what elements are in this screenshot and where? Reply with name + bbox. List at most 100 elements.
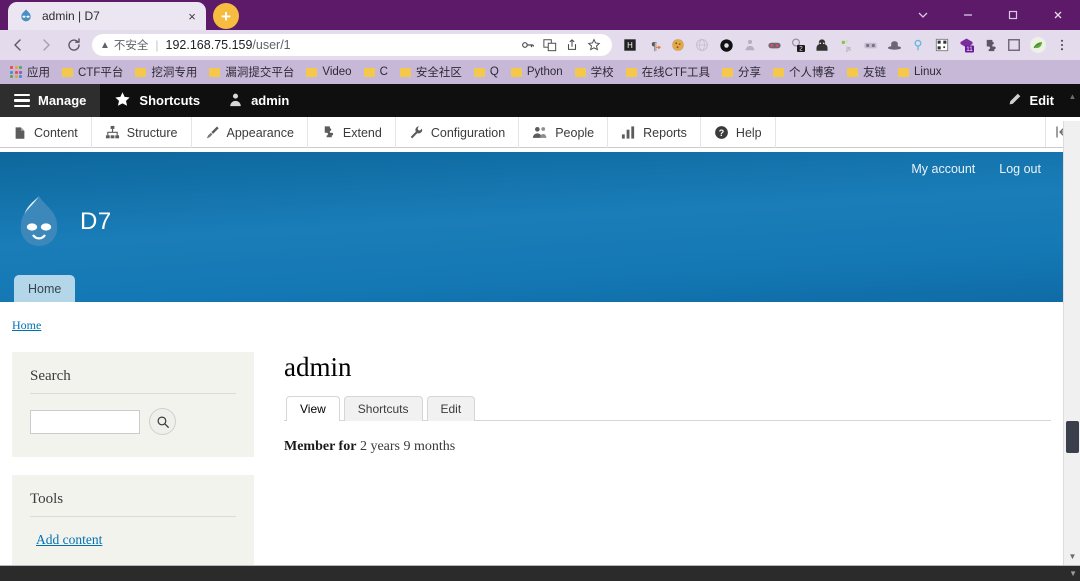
admin-menu-item-content[interactable]: Content — [0, 117, 92, 148]
bookmark-item[interactable]: 分享 — [716, 62, 767, 82]
person-icon[interactable] — [738, 33, 762, 57]
chevron-down-icon[interactable] — [900, 0, 945, 30]
svg-text:js: js — [845, 45, 850, 52]
bookmark-label: C — [379, 66, 388, 78]
admin-menu-item-extend[interactable]: Extend — [308, 117, 396, 148]
user-icon — [228, 92, 243, 110]
bookmark-label: 在线CTF工具 — [641, 67, 711, 79]
admin-menu-item-reports[interactable]: Reports — [608, 117, 701, 148]
chat-badge-icon[interactable]: 2 — [786, 33, 810, 57]
purple-badge-icon[interactable]: 11 — [954, 33, 978, 57]
key-icon[interactable] — [518, 35, 538, 55]
circle-icon[interactable] — [714, 33, 738, 57]
browser-tab[interactable]: admin | D7 × — [8, 2, 206, 30]
admin-menu-item-help[interactable]: ? Help — [701, 117, 776, 148]
toolbar-item-user[interactable]: admin — [214, 84, 303, 117]
bookmark-item[interactable]: 在线CTF工具 — [620, 62, 716, 82]
translate-icon[interactable] — [540, 35, 560, 55]
square-icon[interactable] — [1002, 33, 1026, 57]
resize-grip-icon[interactable]: ▼ — [1069, 569, 1077, 578]
bookmark-item[interactable]: 挖洞专用 — [129, 62, 203, 82]
block-search: Search — [12, 352, 254, 457]
hackbar-icon[interactable]: H — [618, 33, 642, 57]
bookmark-item[interactable]: 学校 — [569, 62, 620, 82]
minimize-icon[interactable] — [945, 0, 990, 30]
bookmark-item[interactable]: 安全社区 — [394, 62, 468, 82]
maximize-icon[interactable] — [990, 0, 1035, 30]
bookmark-label: 分享 — [738, 67, 762, 79]
document-icon — [13, 126, 27, 140]
question-icon: ? — [714, 125, 729, 140]
primary-menu-item-home[interactable]: Home — [14, 275, 76, 302]
toolbar-item-manage[interactable]: Manage — [0, 84, 101, 117]
address-bar[interactable]: ▲ 不安全 | 192.168.75.159/user/1 — [92, 34, 612, 56]
bookmark-item[interactable]: 友链 — [841, 62, 892, 82]
reload-button-icon[interactable] — [60, 31, 88, 59]
admin-menu-item-configuration[interactable]: Configuration — [396, 117, 520, 148]
bookmark-label: Linux — [914, 66, 942, 78]
qr-icon[interactable] — [930, 33, 954, 57]
browser-navigation-bar: ▲ 不安全 | 192.168.75.159/user/1 H ¶ 2 js 1… — [0, 30, 1080, 60]
mask-icon[interactable] — [762, 33, 786, 57]
bookmark-label: 漏洞提交平台 — [225, 67, 295, 79]
puzzle-icon[interactable] — [978, 33, 1002, 57]
bookmark-label: Python — [526, 66, 563, 78]
scroll-up-arrow-icon[interactable]: ▲ — [1064, 88, 1080, 105]
glasses-icon[interactable] — [858, 33, 882, 57]
bookmark-star-icon[interactable] — [584, 35, 604, 55]
new-tab-button[interactable]: + — [213, 3, 239, 29]
admin-menu-label: Content — [34, 125, 78, 140]
site-branding[interactable]: D7 — [14, 194, 112, 250]
admin-menu-label: People — [555, 125, 595, 140]
toolbar-item-shortcuts[interactable]: Shortcuts — [100, 84, 214, 117]
pin-icon[interactable] — [906, 33, 930, 57]
bookmark-item[interactable]: Linux — [892, 62, 948, 82]
bookmark-item[interactable]: Video — [300, 62, 357, 82]
bookmark-item[interactable]: 漏洞提交平台 — [203, 62, 300, 82]
leaf-icon[interactable] — [1026, 33, 1050, 57]
extension-icons: H ¶ 2 js 11 — [618, 33, 1076, 57]
admin-menu-item-structure[interactable]: Structure — [92, 117, 192, 148]
hat-icon[interactable] — [882, 33, 906, 57]
close-window-icon[interactable] — [1035, 0, 1080, 30]
scroll-down-arrow-icon[interactable]: ▼ — [1064, 548, 1080, 565]
tab-edit[interactable]: Edit — [426, 396, 476, 421]
forward-button-icon[interactable] — [32, 31, 60, 59]
bookmark-item[interactable]: 个人博客 — [767, 62, 841, 82]
kebab-menu-icon[interactable] — [1050, 33, 1074, 57]
drupal-droplet-icon — [14, 194, 64, 250]
bookmark-label: 个人博客 — [789, 67, 836, 79]
bookmark-item[interactable]: CTF平台 — [56, 62, 129, 82]
scrollbar-thumb[interactable] — [1066, 421, 1079, 453]
search-submit-button[interactable] — [149, 408, 176, 435]
pilcrow-icon[interactable]: ¶ — [642, 33, 666, 57]
share-icon[interactable] — [562, 35, 582, 55]
security-warning[interactable]: ▲ 不安全 — [100, 37, 148, 53]
toolbar-manage-label: Manage — [38, 93, 87, 108]
account-link-my-account[interactable]: My account — [911, 162, 975, 176]
bookmark-item[interactable]: Q — [468, 62, 505, 82]
page-scrollbar[interactable]: ▲ ▼ — [1063, 92, 1080, 565]
js-icon[interactable]: js — [834, 33, 858, 57]
globe-icon[interactable] — [690, 33, 714, 57]
hamburger-icon — [14, 93, 30, 108]
bookmark-item[interactable]: 应用 — [4, 62, 56, 82]
admin-menu-item-people[interactable]: People — [519, 117, 609, 148]
admin-menu-bar: Content Structure Appearance Extend Configur… — [0, 117, 1080, 148]
search-input[interactable] — [30, 409, 140, 434]
svg-text:11: 11 — [966, 46, 973, 53]
back-button-icon[interactable] — [4, 31, 32, 59]
tab-shortcuts[interactable]: Shortcuts — [343, 396, 423, 421]
bookmark-item[interactable]: Python — [505, 62, 569, 82]
tools-link-add-content[interactable]: Add content — [30, 532, 102, 547]
breadcrumb-link-home[interactable]: Home — [12, 318, 41, 332]
spy-icon[interactable] — [810, 33, 834, 57]
account-link-log-out[interactable]: Log out — [999, 162, 1041, 176]
bookmark-item[interactable]: C — [358, 62, 394, 82]
toolbar-edit-label: Edit — [1029, 93, 1054, 108]
tab-view[interactable]: View — [286, 396, 340, 421]
cookie-icon[interactable] — [666, 33, 690, 57]
bookmark-label: 安全社区 — [415, 67, 462, 79]
close-icon[interactable]: × — [184, 8, 200, 24]
admin-menu-item-appearance[interactable]: Appearance — [192, 117, 308, 148]
